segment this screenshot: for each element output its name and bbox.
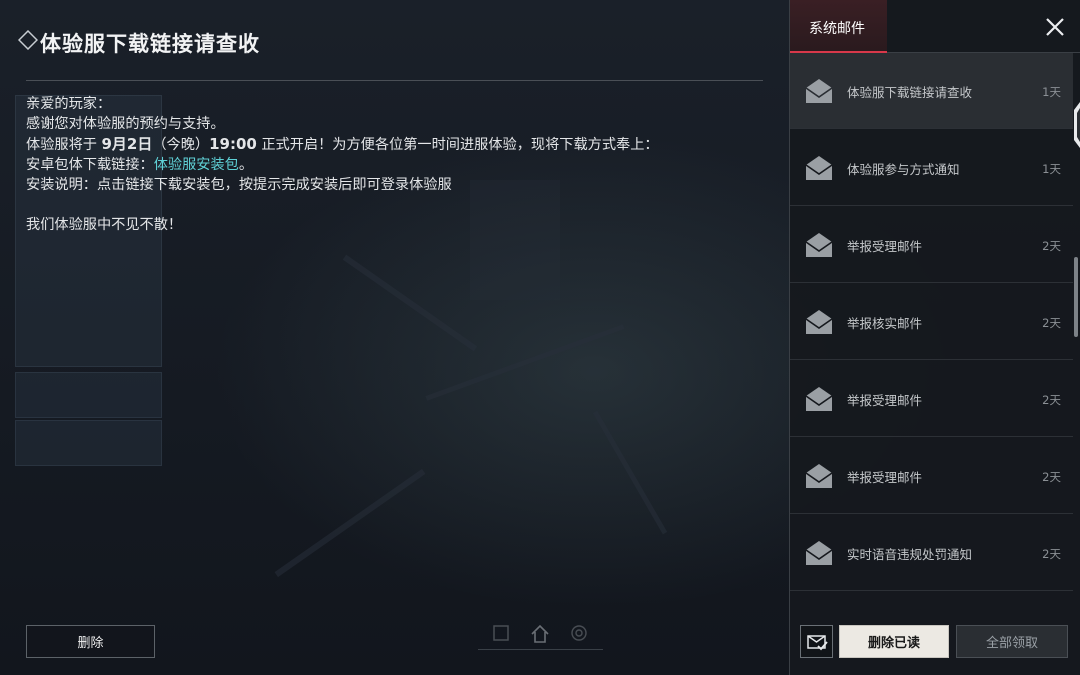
envelope-icon: [805, 464, 833, 488]
title-divider: [26, 80, 763, 81]
home-icon: [531, 624, 549, 643]
mail-list-item[interactable]: 体验服参与方式通知 1天: [790, 130, 1073, 206]
mail-greeting: 亲爱的玩家：: [26, 96, 112, 112]
mail-list-item[interactable]: 举报受理邮件 2天: [790, 207, 1073, 283]
diamond-icon: [18, 30, 38, 50]
delete-mail-button[interactable]: 删除: [26, 625, 155, 658]
mail-panel-header: 系统邮件: [790, 0, 1080, 53]
envelope-icon: [805, 387, 833, 411]
envelope-icon: [805, 79, 833, 103]
mail-list-item[interactable]: 体验服下载链接请查收 1天: [790, 53, 1073, 129]
mail-open-time-line: 体验服将于 9月2日（今晚）19:00 正式开启！为方便各位第一时间进服体验，现…: [26, 135, 659, 153]
mail-farewell-line: 我们体验服中不见不散！: [26, 217, 183, 233]
target-icon: [571, 625, 587, 641]
mail-install-line: 安装说明：点击链接下载安装包，按提示完成安装后即可登录体验服: [26, 177, 452, 193]
mail-list: 体验服下载链接请查收 1天 体验服参与方式通知 1天 举报受理邮件 2天 举报核…: [790, 53, 1073, 593]
envelope-icon: [805, 541, 833, 565]
edge-tab-icon[interactable]: [1073, 102, 1080, 148]
mail-list-item[interactable]: 举报受理邮件 2天: [790, 361, 1073, 437]
claim-all-button[interactable]: 全部领取: [956, 625, 1068, 658]
envelope-icon: [805, 310, 833, 334]
mail-title: 体验服下载链接请查收: [40, 32, 260, 56]
mail-list-item[interactable]: 举报核实邮件 2天: [790, 284, 1073, 360]
mail-list-item[interactable]: 实时语音违规处罚通知 2天: [790, 515, 1073, 591]
mark-all-read-icon: [807, 635, 828, 651]
mail-download-line: 安卓包体下载链接：体验服安装包。: [26, 157, 254, 173]
mail-body: 亲爱的玩家： 感谢您对体验服的预约与支持。 体验服将于 9月2日（今晚）19:0…: [26, 94, 756, 235]
download-link[interactable]: 体验服安装包: [154, 157, 239, 173]
tab-system-mail[interactable]: 系统邮件: [790, 0, 887, 53]
game-screen: 体验服下载链接请查收 亲爱的玩家： 感谢您对体验服的预约与支持。 体验服将于 9…: [0, 0, 1080, 675]
envelope-icon: [805, 156, 833, 180]
mail-thanks-line: 感谢您对体验服的预约与支持。: [26, 116, 225, 132]
mail-list-item[interactable]: 举报受理邮件 2天: [790, 438, 1073, 514]
screen-icon: [493, 625, 509, 641]
background-bottom-nav: [478, 622, 603, 652]
mail-panel-footer: 删除已读 全部领取: [790, 615, 1080, 675]
mark-all-read-button[interactable]: [800, 625, 833, 658]
mail-detail-view: 体验服下载链接请查收 亲爱的玩家： 感谢您对体验服的预约与支持。 体验服将于 9…: [0, 0, 790, 675]
mail-list-panel: 系统邮件 体验服下载链接请查收 1天 体验服参与方式通知 1天 举报受理邮件 2…: [789, 0, 1080, 675]
close-icon[interactable]: [1043, 15, 1067, 39]
mail-list-scrollbar[interactable]: [1074, 257, 1078, 337]
envelope-icon: [805, 233, 833, 257]
delete-read-button[interactable]: 删除已读: [839, 625, 949, 658]
